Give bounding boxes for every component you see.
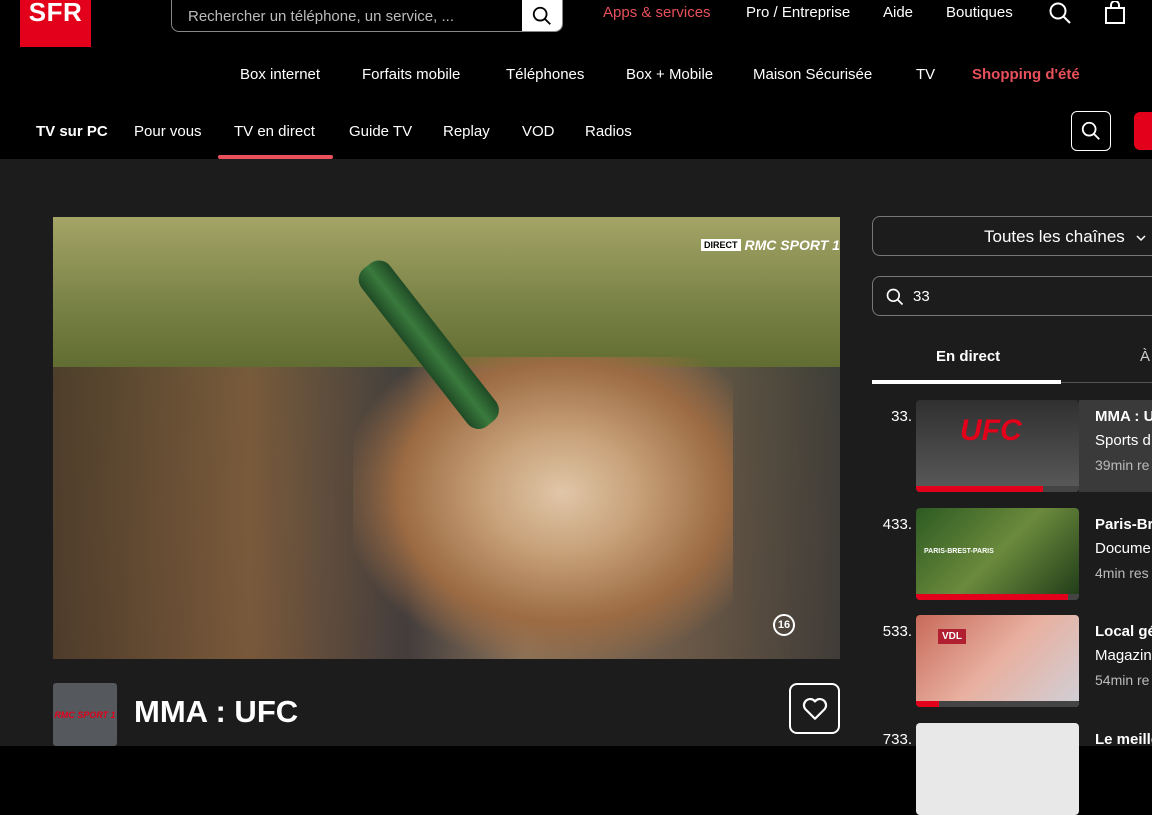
channel-list-item[interactable]: 33. UFC MMA : U Sports d 39min re bbox=[872, 400, 1152, 492]
top-search-button[interactable] bbox=[522, 0, 562, 31]
time-remaining: 39min re bbox=[1095, 457, 1150, 473]
shopping-bag-icon bbox=[1105, 1, 1125, 24]
main-nav-maison-securisee[interactable]: Maison Sécurisée bbox=[753, 66, 872, 83]
channel-number: 33. bbox=[891, 408, 912, 425]
top-link-boutiques[interactable]: Boutiques bbox=[946, 4, 1013, 21]
top-header: SFR Apps & services Pro / Entreprise Aid… bbox=[0, 0, 1152, 50]
sub-nav-guide-tv[interactable]: Guide TV bbox=[349, 123, 412, 140]
main-nav-telephones[interactable]: Téléphones bbox=[506, 66, 584, 83]
account-button[interactable] bbox=[1134, 112, 1152, 150]
progress-bar bbox=[916, 486, 1044, 492]
channel-thumbnail bbox=[916, 723, 1079, 815]
program-title: Paris-Br bbox=[1095, 516, 1152, 533]
channel-number: 733. bbox=[882, 731, 912, 748]
sub-nav: TV sur PC Pour vous TV en direct Guide T… bbox=[0, 104, 1152, 159]
search-icon bbox=[1081, 121, 1100, 140]
channel-list-item[interactable]: 533. VDL Local gé Magazin 54min re bbox=[872, 615, 1152, 707]
progress-bar bbox=[916, 701, 939, 707]
sub-nav-tv-en-direct[interactable]: TV en direct bbox=[234, 123, 315, 140]
sub-nav-vod[interactable]: VOD bbox=[522, 123, 555, 140]
top-search-box bbox=[171, 0, 563, 32]
main-nav-box-mobile[interactable]: Box + Mobile bbox=[626, 66, 713, 83]
channel-list-item[interactable]: 433. PARIS-BREST-PARIS Paris-Br Docume 4… bbox=[872, 508, 1152, 600]
tv-search-button[interactable] bbox=[1071, 111, 1111, 151]
channel-search-box bbox=[872, 276, 1152, 316]
live-label: DIRECT bbox=[701, 239, 741, 251]
main-nav-box-internet[interactable]: Box internet bbox=[240, 66, 320, 83]
program-title: MMA : U bbox=[1095, 408, 1152, 425]
video-frame-subject bbox=[353, 357, 733, 659]
program-title: Local gé bbox=[1095, 623, 1152, 640]
sfr-logo[interactable]: SFR bbox=[20, 0, 91, 47]
chevron-down-icon bbox=[1136, 235, 1146, 242]
top-link-apps[interactable]: Apps & services bbox=[603, 4, 711, 21]
top-link-aide[interactable]: Aide bbox=[883, 4, 913, 21]
sub-nav-radios[interactable]: Radios bbox=[585, 123, 632, 140]
logo-text: SFR bbox=[28, 0, 83, 27]
progress-track bbox=[916, 701, 1079, 707]
channel-watermark: RMC SPORT 1 bbox=[744, 237, 840, 253]
progress-bar bbox=[916, 594, 1068, 600]
video-player[interactable]: DIRECT RMC SPORT 1 16 bbox=[53, 217, 840, 659]
channel-filter-select[interactable]: Toutes les chaînes bbox=[872, 216, 1152, 256]
header-search-button[interactable] bbox=[1046, 0, 1074, 26]
channel-list-item[interactable]: 733. Le meille bbox=[872, 723, 1152, 815]
thumbnail-caption: VDL bbox=[938, 629, 966, 644]
tab-active-indicator bbox=[872, 380, 1061, 384]
time-remaining: 54min re bbox=[1095, 672, 1150, 688]
top-search-input[interactable] bbox=[172, 0, 523, 31]
channel-search-input[interactable] bbox=[913, 277, 1152, 315]
tab-divider bbox=[1061, 382, 1152, 383]
program-genre: Docume bbox=[1095, 540, 1151, 557]
channel-logo: RMC SPORT 1 bbox=[53, 683, 117, 746]
favorite-button[interactable] bbox=[789, 683, 840, 734]
age-rating-badge: 16 bbox=[773, 614, 795, 636]
sub-nav-brand[interactable]: TV sur PC bbox=[36, 123, 108, 140]
tab-en-direct[interactable]: En direct bbox=[936, 348, 1000, 365]
main-nav: Box internet Forfaits mobile Téléphones … bbox=[0, 66, 1152, 88]
main-nav-shopping-ete[interactable]: Shopping d'été bbox=[972, 66, 1080, 83]
channel-thumbnail: UFC bbox=[916, 400, 1079, 492]
time-remaining: 4min res bbox=[1095, 565, 1149, 581]
channel-logo-text: RMC SPORT 1 bbox=[54, 709, 116, 720]
channel-number: 433. bbox=[882, 516, 912, 533]
sub-nav-pour-vous[interactable]: Pour vous bbox=[134, 123, 202, 140]
main-nav-forfaits-mobile[interactable]: Forfaits mobile bbox=[362, 66, 460, 83]
heart-icon bbox=[802, 697, 827, 720]
main-nav-tv[interactable]: TV bbox=[916, 66, 935, 83]
program-genre: Magazin bbox=[1095, 647, 1152, 664]
live-channel-tag: DIRECT RMC SPORT 1 bbox=[701, 237, 840, 253]
program-title: Le meille bbox=[1095, 731, 1152, 748]
search-icon bbox=[1049, 2, 1071, 24]
top-link-pro[interactable]: Pro / Entreprise bbox=[746, 4, 850, 21]
channel-thumbnail: PARIS-BREST-PARIS bbox=[916, 508, 1079, 600]
channel-tabs: En direct À bbox=[872, 340, 1152, 384]
thumbnail-caption: UFC bbox=[960, 414, 1022, 447]
program-genre: Sports d bbox=[1095, 432, 1151, 449]
channel-number: 533. bbox=[882, 623, 912, 640]
cart-button[interactable] bbox=[1102, 0, 1128, 26]
program-title: MMA : UFC bbox=[134, 694, 299, 729]
channel-thumbnail: VDL bbox=[916, 615, 1079, 707]
tab-a-suivre[interactable]: À bbox=[1140, 348, 1150, 365]
thumbnail-caption: PARIS-BREST-PARIS bbox=[924, 548, 994, 555]
channel-filter-value: Toutes les chaînes bbox=[984, 227, 1125, 246]
sub-nav-replay[interactable]: Replay bbox=[443, 123, 490, 140]
search-icon bbox=[886, 288, 904, 306]
search-icon bbox=[532, 6, 551, 25]
